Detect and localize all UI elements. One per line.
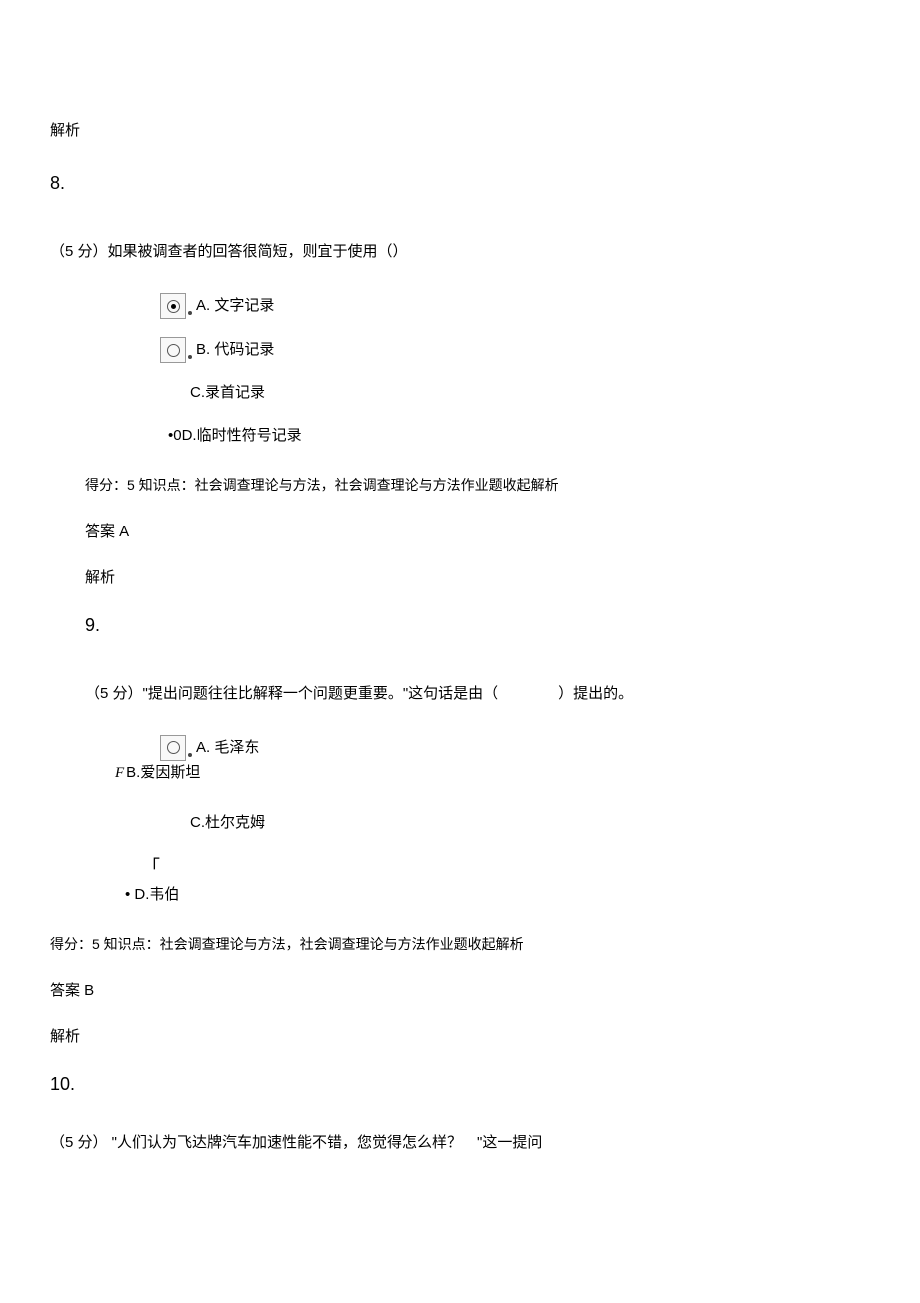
q8-option-c-label: C.录首记录 — [190, 384, 265, 401]
q9-score: 得分：5 知识点：社会调查理论与方法，社会调查理论与方法作业题收起解析 — [50, 935, 870, 955]
q9-option-b-label: B.爱因斯坦 — [126, 764, 200, 781]
q8-option-a-row[interactable]: A. 文字记录 — [160, 290, 870, 316]
q10-prompt: （5 分） "人们认为飞达牌汽车加速性能不错，您觉得怎么样？ "这一提问 — [50, 1132, 870, 1153]
q8-option-d-prefix: •0 — [168, 427, 182, 444]
q8-answer: 答案 A — [85, 521, 870, 542]
q8-option-d-row[interactable]: •0D.临时性符号记录 — [168, 425, 870, 446]
q9-option-b-row[interactable]: FB.爱因斯坦 — [115, 762, 870, 784]
q9-option-d-prefix: 「 — [142, 855, 870, 880]
q9-option-a-label: A. 毛泽东 — [196, 737, 259, 758]
q8-explain: 解析 — [85, 567, 870, 588]
q10-number: 10. — [50, 1072, 870, 1097]
q8-score: 得分：5 知识点：社会调查理论与方法，社会调查理论与方法作业题收起解析 — [85, 476, 870, 496]
q9-option-a-row[interactable]: A. 毛泽东 — [160, 732, 870, 758]
q8-option-d-label: D.临时性符号记录 — [182, 427, 302, 444]
radio-icon — [160, 735, 186, 761]
q9-prompt: （5 分）"提出问题往往比解释一个问题更重要。"这句话是由（ ）提出的。 — [85, 683, 870, 704]
intro-explain: 解析 — [50, 120, 870, 141]
q8-number: 8. — [50, 171, 870, 196]
q9-option-d-row[interactable]: 「 • D.韦伯 — [50, 855, 870, 905]
q9-option-d-label: D.韦伯 — [134, 886, 179, 903]
dot-icon — [188, 355, 192, 359]
radio-icon — [160, 293, 186, 319]
q9-option-c-label: C.杜尔克姆 — [190, 814, 265, 831]
dot-icon — [188, 753, 192, 757]
radio-icon — [160, 337, 186, 363]
q9-explain: 解析 — [50, 1026, 870, 1047]
q8-option-a-label: A. 文字记录 — [196, 295, 274, 316]
q8-option-c-row[interactable]: C.录首记录 — [190, 382, 870, 403]
q9-answer: 答案 B — [50, 980, 870, 1001]
q9-option-d-bullet: • — [125, 886, 134, 903]
q8-prompt: （5 分）如果被调查者的回答很简短，则宜于使用（） — [50, 241, 870, 262]
q8-option-b-row[interactable]: B. 代码记录 — [160, 334, 870, 360]
q8-option-b-label: B. 代码记录 — [196, 339, 274, 360]
q9-number: 9. — [85, 613, 870, 638]
q9-option-c-row[interactable]: C.杜尔克姆 — [190, 812, 870, 833]
dot-icon — [188, 311, 192, 315]
q9-option-b-prefix: F — [115, 765, 124, 781]
